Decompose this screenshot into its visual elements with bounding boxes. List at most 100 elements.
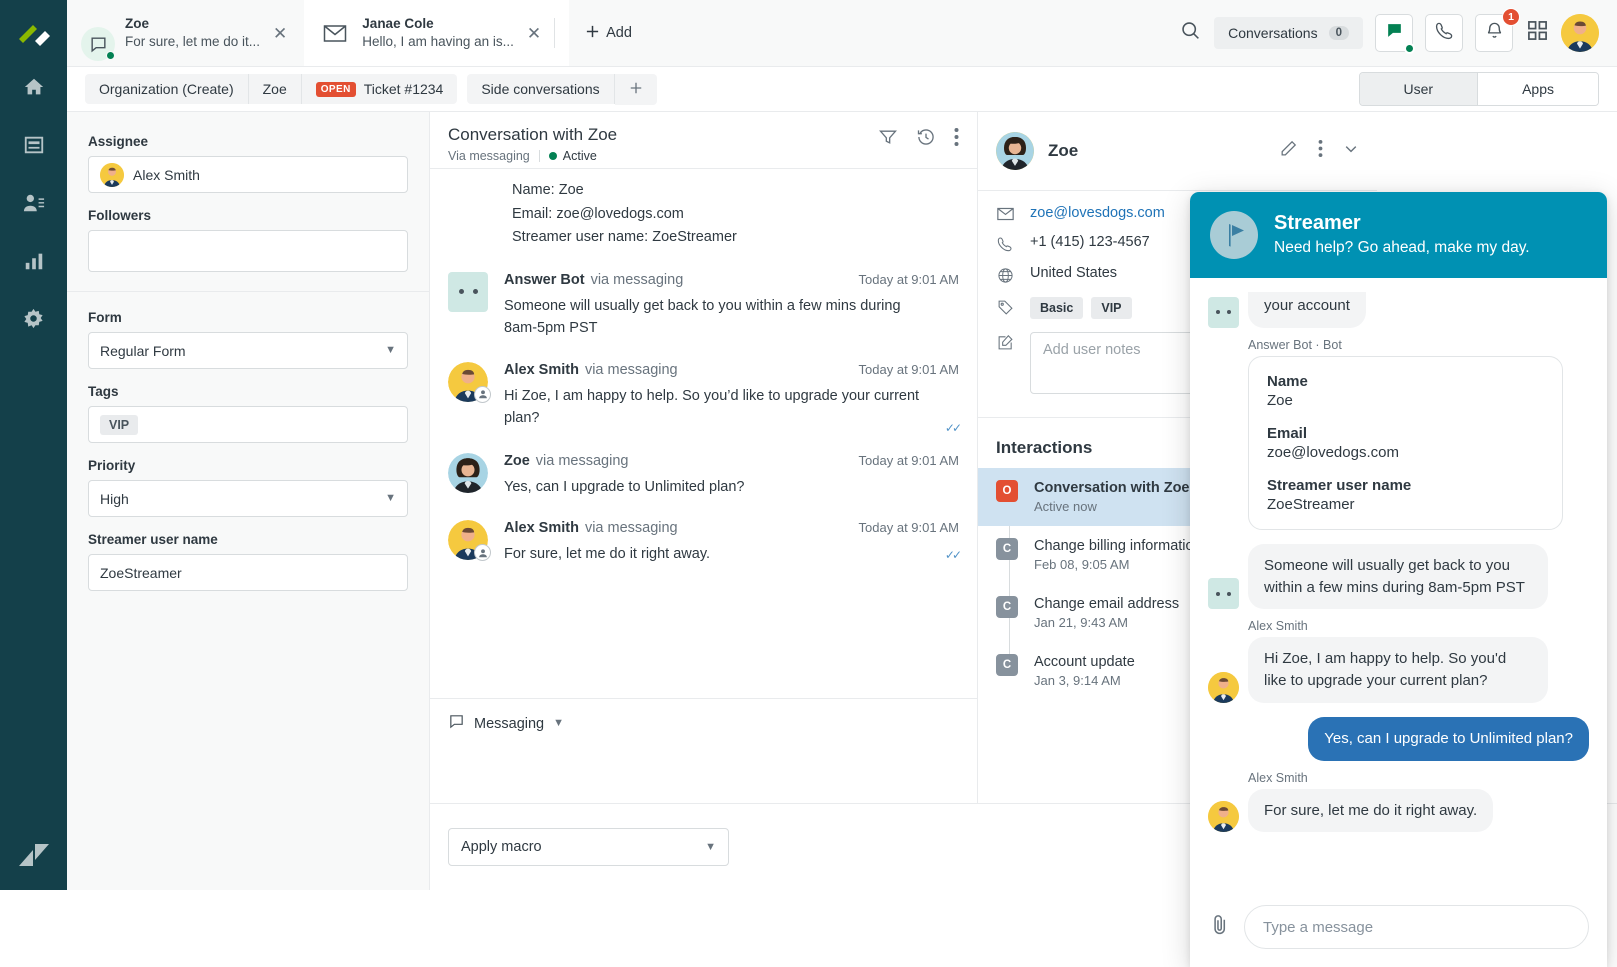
assignee-avatar bbox=[100, 162, 124, 187]
note-edit-icon bbox=[996, 332, 1014, 351]
sidebar-item-customers[interactable] bbox=[11, 182, 57, 228]
tab-user[interactable]: User bbox=[1359, 73, 1479, 105]
widget-message-item: your account bbox=[1208, 292, 1589, 328]
sidebar-item-views[interactable] bbox=[11, 124, 57, 170]
chevron-down-icon: ▼ bbox=[705, 840, 716, 853]
pencil-icon[interactable] bbox=[1279, 139, 1298, 163]
streamer-user-name-label: Streamer user name bbox=[88, 532, 218, 547]
divider bbox=[67, 291, 429, 292]
panel-segmented-control: User Apps bbox=[1358, 72, 1599, 106]
zendesk-logo-icon[interactable] bbox=[0, 842, 67, 868]
tab-apps[interactable]: Apps bbox=[1478, 73, 1598, 105]
chevron-down-icon: ▼ bbox=[385, 344, 396, 356]
apply-macro-select[interactable]: Apply macro ▼ bbox=[448, 828, 729, 866]
zendesk-products-logo-icon[interactable] bbox=[14, 16, 54, 56]
form-label: Form bbox=[88, 310, 122, 325]
assignee-label: Assignee bbox=[88, 134, 149, 149]
widget-message-text: For sure, let me do it right away. bbox=[1248, 788, 1494, 833]
card-key: Streamer user name bbox=[1267, 476, 1412, 494]
message-author: Zoe bbox=[504, 452, 530, 469]
globe-icon bbox=[996, 265, 1014, 284]
card-key: Email bbox=[1267, 424, 1308, 442]
more-vertical-icon[interactable] bbox=[954, 127, 959, 152]
bot-avatar-icon bbox=[1208, 578, 1239, 610]
agent-avatar[interactable] bbox=[1561, 14, 1599, 52]
widget-title: Streamer bbox=[1274, 212, 1361, 235]
card-key: Name bbox=[1267, 372, 1308, 390]
chevron-down-icon[interactable] bbox=[1343, 141, 1359, 162]
apps-button[interactable] bbox=[1525, 21, 1549, 45]
breadcrumb-user[interactable]: Zoe bbox=[248, 74, 302, 104]
followers-label: Followers bbox=[88, 208, 152, 223]
sidebar-item-admin[interactable] bbox=[11, 298, 57, 344]
interaction-title: Account update bbox=[1034, 654, 1135, 670]
status-badge: OPEN bbox=[315, 81, 356, 97]
bot-avatar-icon bbox=[1208, 296, 1239, 328]
customer-avatar bbox=[996, 132, 1034, 170]
status-badge: C bbox=[996, 538, 1018, 560]
views-icon bbox=[23, 134, 45, 161]
call-button[interactable] bbox=[1425, 14, 1463, 52]
history-icon[interactable] bbox=[916, 127, 936, 152]
divider bbox=[554, 18, 556, 48]
add-tab-label: Add bbox=[606, 25, 632, 41]
widget-composer: Type a message bbox=[1190, 891, 1607, 967]
ticket-tab-zoe[interactable]: Zoe For sure, let me do it... ✕ bbox=[67, 0, 304, 66]
agent-avatar bbox=[1208, 671, 1239, 703]
side-conversation-add-button[interactable] bbox=[614, 73, 657, 105]
channel-selector[interactable]: Messaging ▼ bbox=[448, 713, 959, 734]
user-email[interactable]: zoe@lovesdogs.com bbox=[1030, 205, 1165, 221]
more-vertical-icon[interactable] bbox=[1318, 139, 1323, 163]
widget-message-item: Hi Zoe, I am happy to help. So you'd lik… bbox=[1208, 637, 1589, 703]
notification-badge: 1 bbox=[1502, 8, 1520, 26]
message-list[interactable]: Name: Zoe Email: zoe@lovedogs.com Stream… bbox=[430, 169, 977, 698]
breadcrumb-organization[interactable]: Organization (Create) bbox=[85, 74, 249, 104]
interaction-subtitle: Jan 21, 9:43 AM bbox=[1034, 615, 1128, 630]
ticket-tab-janae-cole[interactable]: Janae Cole Hello, I am having an is... ✕ bbox=[304, 0, 570, 66]
avatar bbox=[448, 452, 488, 493]
search-button[interactable] bbox=[1178, 21, 1202, 45]
widget-message-input[interactable]: Type a message bbox=[1244, 905, 1589, 949]
phone-icon bbox=[996, 234, 1014, 252]
form-select[interactable]: Regular Form ▼ bbox=[88, 332, 408, 369]
side-conversations-label: Side conversations bbox=[481, 81, 600, 97]
channel-label: Messaging bbox=[474, 715, 545, 732]
streamer-user-name-input[interactable]: ZoeStreamer bbox=[88, 554, 408, 591]
envelope-icon bbox=[996, 205, 1014, 221]
breadcrumb-ticket[interactable]: OPEN Ticket #1234 bbox=[301, 74, 458, 104]
sidebar-item-home[interactable] bbox=[11, 66, 57, 112]
add-tab-button[interactable]: Add bbox=[569, 0, 648, 66]
apply-macro-label: Apply macro bbox=[461, 839, 542, 855]
card-value: ZoeStreamer bbox=[1267, 495, 1355, 513]
message-timestamp: Today at 9:01 AM bbox=[858, 361, 959, 377]
widget-message-text: Yes, can I upgrade to Unlimited plan? bbox=[1308, 716, 1589, 761]
ticket-tab-subtitle: Hello, I am having an is... bbox=[362, 33, 514, 49]
message-timestamp: Today at 9:01 AM bbox=[858, 452, 959, 468]
close-icon[interactable]: ✕ bbox=[270, 21, 290, 46]
widget-message-item: For sure, let me do it right away. bbox=[1208, 788, 1589, 833]
user-header: Zoe bbox=[978, 112, 1377, 191]
filter-icon[interactable] bbox=[878, 127, 898, 152]
priority-select[interactable]: High ▼ bbox=[88, 480, 408, 517]
user-country: United States bbox=[1030, 265, 1118, 281]
customers-icon bbox=[23, 192, 45, 219]
widget-message-list[interactable]: your account Answer Bot · Bot Name Zoe E… bbox=[1190, 278, 1607, 891]
widget-bot-label: Answer Bot · Bot bbox=[1248, 337, 1342, 352]
widget-message-text: Hi Zoe, I am happy to help. So you'd lik… bbox=[1248, 637, 1548, 703]
followers-input[interactable] bbox=[88, 230, 408, 272]
tag-icon bbox=[996, 297, 1014, 316]
conversations-count: 0 bbox=[1328, 26, 1349, 40]
conversations-button[interactable]: Conversations 0 bbox=[1214, 17, 1363, 49]
message-item: Alex Smith via messaging Today at 9:01 A… bbox=[448, 520, 962, 565]
side-conversations-button[interactable]: Side conversations bbox=[467, 74, 615, 104]
paperclip-icon[interactable] bbox=[1208, 913, 1231, 941]
message-item: Alex Smith via messaging Today at 9:01 A… bbox=[448, 361, 962, 435]
close-icon[interactable]: ✕ bbox=[524, 21, 544, 46]
tags-input[interactable]: VIP bbox=[88, 406, 408, 443]
chat-status-button[interactable] bbox=[1375, 14, 1415, 54]
sidebar-item-reporting[interactable] bbox=[11, 240, 57, 286]
assignee-input[interactable]: Alex Smith bbox=[88, 156, 408, 193]
customer-avatar bbox=[448, 452, 488, 493]
message-text: For sure, let me do it right away. ✓✓ bbox=[504, 543, 962, 565]
notifications-button[interactable]: 1 bbox=[1475, 8, 1520, 52]
